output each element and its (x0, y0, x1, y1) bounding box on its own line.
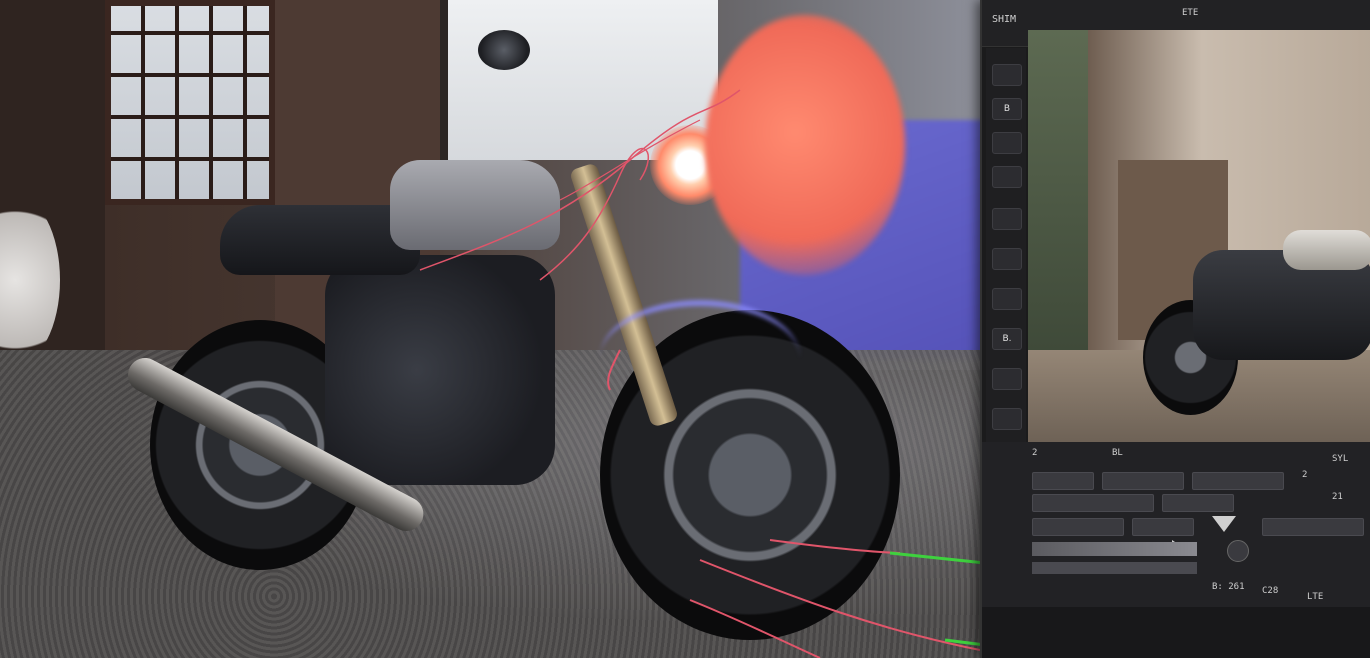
number-label-2: 21 (1332, 492, 1343, 502)
gear-icon[interactable] (1227, 540, 1249, 562)
tool-5[interactable] (992, 208, 1022, 230)
row1-right-label: SYL (1332, 454, 1349, 464)
tool-6[interactable] (992, 248, 1022, 270)
bottom-footer (982, 607, 1370, 658)
timeline-track[interactable] (1032, 562, 1197, 574)
tool-7[interactable] (992, 288, 1022, 310)
editor-title: SHIM (992, 14, 1017, 25)
tool-8[interactable]: B. (992, 328, 1022, 350)
row1-mid-label: BL (1112, 448, 1123, 458)
bottom-controls: 2 BL SYL 2 21 B: 261 C28 LTE (982, 442, 1370, 658)
control-bar-7[interactable] (1132, 518, 1194, 536)
row1-left-label: 2 (1032, 448, 1038, 458)
control-bar-4[interactable] (1032, 494, 1154, 512)
control-bar-3[interactable] (1192, 472, 1284, 490)
tool-2[interactable]: B (992, 98, 1022, 120)
status-left: B: 261 (1212, 582, 1245, 592)
control-bar-2[interactable] (1102, 472, 1184, 490)
number-label-1: 2 (1302, 470, 1308, 480)
preview-tank (1283, 230, 1370, 270)
control-bar-6[interactable] (1032, 518, 1124, 536)
status-mid: C28 (1262, 586, 1279, 596)
topbar-label: ETE (1182, 8, 1199, 18)
preview-motorcycle (1133, 210, 1370, 415)
editor-panel: SHIM ETE B B. 2 BL SYL 2 21 B: 261 C28 L… (980, 0, 1370, 658)
engine (325, 255, 555, 485)
control-bar-5[interactable] (1162, 494, 1234, 512)
tool-4[interactable] (992, 166, 1022, 188)
tool-1[interactable] (992, 64, 1022, 86)
tool-9[interactable] (992, 368, 1022, 390)
control-bar-8[interactable] (1262, 518, 1364, 536)
tool-column: B B. (986, 48, 1026, 478)
timeline-bar[interactable] (1032, 542, 1197, 556)
image-preview (1028, 30, 1370, 442)
fuel-tank (390, 160, 560, 250)
status-right: LTE (1307, 592, 1324, 602)
triangle-icon[interactable] (1212, 516, 1236, 532)
mirror (478, 30, 530, 70)
tool-3[interactable] (992, 132, 1022, 154)
preview-plants (1028, 30, 1088, 350)
purple-glow-arc (600, 300, 800, 416)
control-bar-1[interactable] (1032, 472, 1094, 490)
tool-10[interactable] (992, 408, 1022, 430)
orange-light-orb (705, 15, 905, 275)
